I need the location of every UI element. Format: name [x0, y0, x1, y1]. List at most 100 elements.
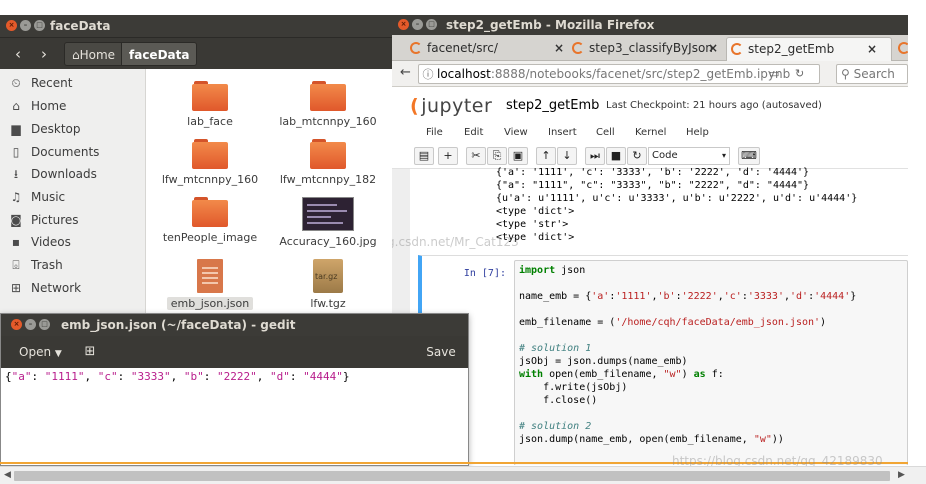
- new-document-button[interactable]: ⊞: [77, 341, 103, 363]
- open-button[interactable]: Open ▼: [7, 341, 69, 363]
- insert-cell-button[interactable]: +: [438, 147, 458, 165]
- file-item[interactable]: lab_mtcnnpy_160: [268, 81, 388, 128]
- code-editor[interactable]: import json name_emb = {'a':'1111','b':'…: [514, 260, 908, 465]
- close-tab-icon[interactable]: ×: [708, 37, 718, 59]
- reload-icon[interactable]: ↻: [795, 65, 804, 83]
- output-line: {'a': '1111', 'c': '3333', 'b': '2222', …: [496, 167, 810, 178]
- sidebar-item-recent[interactable]: ⏲ Recent: [8, 73, 72, 93]
- code-cell[interactable]: In [7]: import json name_emb = {'a':'111…: [418, 255, 908, 465]
- back-arrow-icon[interactable]: ←: [400, 65, 411, 80]
- menu-insert[interactable]: Insert: [548, 127, 577, 138]
- desktop-icon: ▆: [11, 122, 21, 136]
- save-notebook-button[interactable]: ▤: [414, 147, 434, 165]
- sidebar-item-trash[interactable]: ⌻ Trash: [8, 255, 62, 275]
- sidebar-item-downloads[interactable]: ⭳ Downloads: [8, 164, 97, 184]
- sidebar-item-desktop[interactable]: ▆ Desktop: [8, 119, 81, 139]
- editor-content[interactable]: {"a": "1111", "c": "3333", "b": "2222", …: [5, 370, 350, 383]
- horizontal-scrollbar[interactable]: ◀ ▶: [0, 466, 926, 484]
- close-window-button[interactable]: ×: [398, 19, 409, 30]
- minimize-window-button[interactable]: –: [412, 19, 423, 30]
- sidebar-item-documents[interactable]: ▯ Documents: [8, 142, 100, 162]
- file-item[interactable]: Accuracy_160.jpg: [268, 197, 388, 248]
- scroll-left-icon[interactable]: ◀: [4, 470, 11, 480]
- breadcrumb-home[interactable]: ⌂Home: [64, 42, 124, 66]
- cell-type-value: Code: [652, 150, 678, 161]
- breadcrumb-current[interactable]: faceData: [121, 42, 198, 66]
- move-down-button[interactable]: ↓: [557, 147, 577, 165]
- open-button-label: Open: [19, 345, 52, 359]
- sidebar-item-videos[interactable]: ▪ Videos: [8, 232, 71, 252]
- new-tab-icon: ⊞: [84, 344, 96, 359]
- downloads-icon: ⭳: [13, 167, 19, 181]
- sidebar-item-music[interactable]: ♫ Music: [8, 187, 66, 207]
- cell-prompt: In [7]:: [463, 268, 506, 279]
- restart-kernel-button[interactable]: ↻: [627, 147, 647, 165]
- file-item[interactable]: lfw_mtcnnpy_182: [268, 139, 388, 186]
- interrupt-kernel-button[interactable]: ■: [606, 147, 626, 165]
- jupyter-logo[interactable]: (jupyter: [410, 95, 492, 117]
- menu-view[interactable]: View: [504, 127, 528, 138]
- menu-edit[interactable]: Edit: [464, 127, 483, 138]
- menu-kernel[interactable]: Kernel: [635, 127, 666, 138]
- scroll-right-icon[interactable]: ▶: [898, 470, 905, 480]
- run-cell-button[interactable]: ⏭: [585, 147, 605, 165]
- watermark-text: http://blog.csdn.net/Mr_Cat123: [392, 235, 519, 249]
- file-item-selected[interactable]: emb_json.json: [150, 259, 270, 310]
- close-tab-icon[interactable]: ×: [867, 38, 877, 60]
- menu-help[interactable]: Help: [686, 127, 709, 138]
- menu-file[interactable]: File: [426, 127, 443, 138]
- tab-facenet-src[interactable]: facenet/src/ ×: [406, 37, 566, 61]
- file-item[interactable]: tenPeople_image: [150, 197, 270, 244]
- back-arrow-icon[interactable]: ‹: [8, 44, 28, 64]
- code-line: import json: [519, 265, 586, 276]
- sidebar-item-label: Pictures: [31, 213, 79, 227]
- paste-cell-button[interactable]: ▣: [508, 147, 528, 165]
- sidebar-item-network[interactable]: ⊞ Network: [8, 278, 81, 298]
- close-window-button[interactable]: ×: [6, 20, 17, 31]
- breadcrumb-home-label: Home: [79, 48, 116, 62]
- cut-cell-button[interactable]: ✂: [466, 147, 486, 165]
- close-tab-icon[interactable]: ×: [554, 37, 564, 59]
- menu-cell[interactable]: Cell: [596, 127, 615, 138]
- videos-icon: ▪: [11, 235, 21, 249]
- file-item[interactable]: lab_face: [150, 81, 270, 128]
- code-line: # solution 1: [519, 343, 592, 354]
- folder-icon: [310, 139, 346, 169]
- minimize-window-button[interactable]: –: [25, 319, 36, 330]
- save-button[interactable]: Save: [421, 341, 461, 363]
- folder-icon: [310, 81, 346, 111]
- copy-icon: ⎘: [492, 149, 502, 162]
- file-item[interactable]: tar.gz lfw.tgz: [268, 259, 388, 310]
- tab-label: step2_getEmb: [748, 42, 835, 56]
- maximize-window-button[interactable]: □: [39, 319, 50, 330]
- close-window-button[interactable]: ×: [11, 319, 22, 330]
- folder-icon: [192, 197, 228, 227]
- info-icon[interactable]: ⓘ: [419, 66, 437, 84]
- clock-icon: ⏲: [11, 76, 21, 90]
- notebook-name[interactable]: step2_getEmb: [506, 98, 599, 113]
- jupyter-menubar: File Edit View Insert Cell Kernel Help: [392, 123, 908, 143]
- forward-arrow-icon[interactable]: ›: [34, 44, 54, 64]
- reader-view-icon[interactable]: ▭: [769, 65, 779, 83]
- cell-type-select[interactable]: Code ▾: [648, 147, 730, 165]
- tab-step2-getemb[interactable]: step2_getEmb ×: [726, 37, 892, 61]
- sidebar-item-label: Desktop: [31, 122, 81, 136]
- maximize-window-button[interactable]: □: [426, 19, 437, 30]
- tab-overflow[interactable]: [894, 37, 908, 61]
- copy-cell-button[interactable]: ⎘: [487, 147, 507, 165]
- file-item[interactable]: lfw_mtcnnpy_160: [150, 139, 270, 186]
- code-line: f.write(jsObj): [519, 382, 628, 393]
- search-input[interactable]: ⚲ Search: [836, 64, 908, 84]
- sidebar-item-label: Music: [31, 190, 66, 204]
- tab-step3-classify[interactable]: step3_classifyByJson ×: [568, 37, 726, 61]
- move-up-button[interactable]: ↑: [536, 147, 556, 165]
- scrollbar-thumb[interactable]: [14, 471, 890, 481]
- command-palette-button[interactable]: ⌨: [738, 147, 760, 165]
- sidebar-item-home[interactable]: ⌂ Home: [8, 96, 66, 116]
- sidebar-item-pictures[interactable]: ◙ Pictures: [8, 210, 79, 230]
- maximize-window-button[interactable]: □: [34, 20, 45, 31]
- browser-titlebar: × – □ step2_getEmb - Mozilla Firefox: [392, 15, 908, 35]
- minimize-window-button[interactable]: –: [20, 20, 31, 31]
- file-name: lfw_mtcnnpy_160: [161, 173, 259, 186]
- url-bar[interactable]: ⓘ localhost:8888/notebooks/facenet/src/st…: [418, 64, 820, 84]
